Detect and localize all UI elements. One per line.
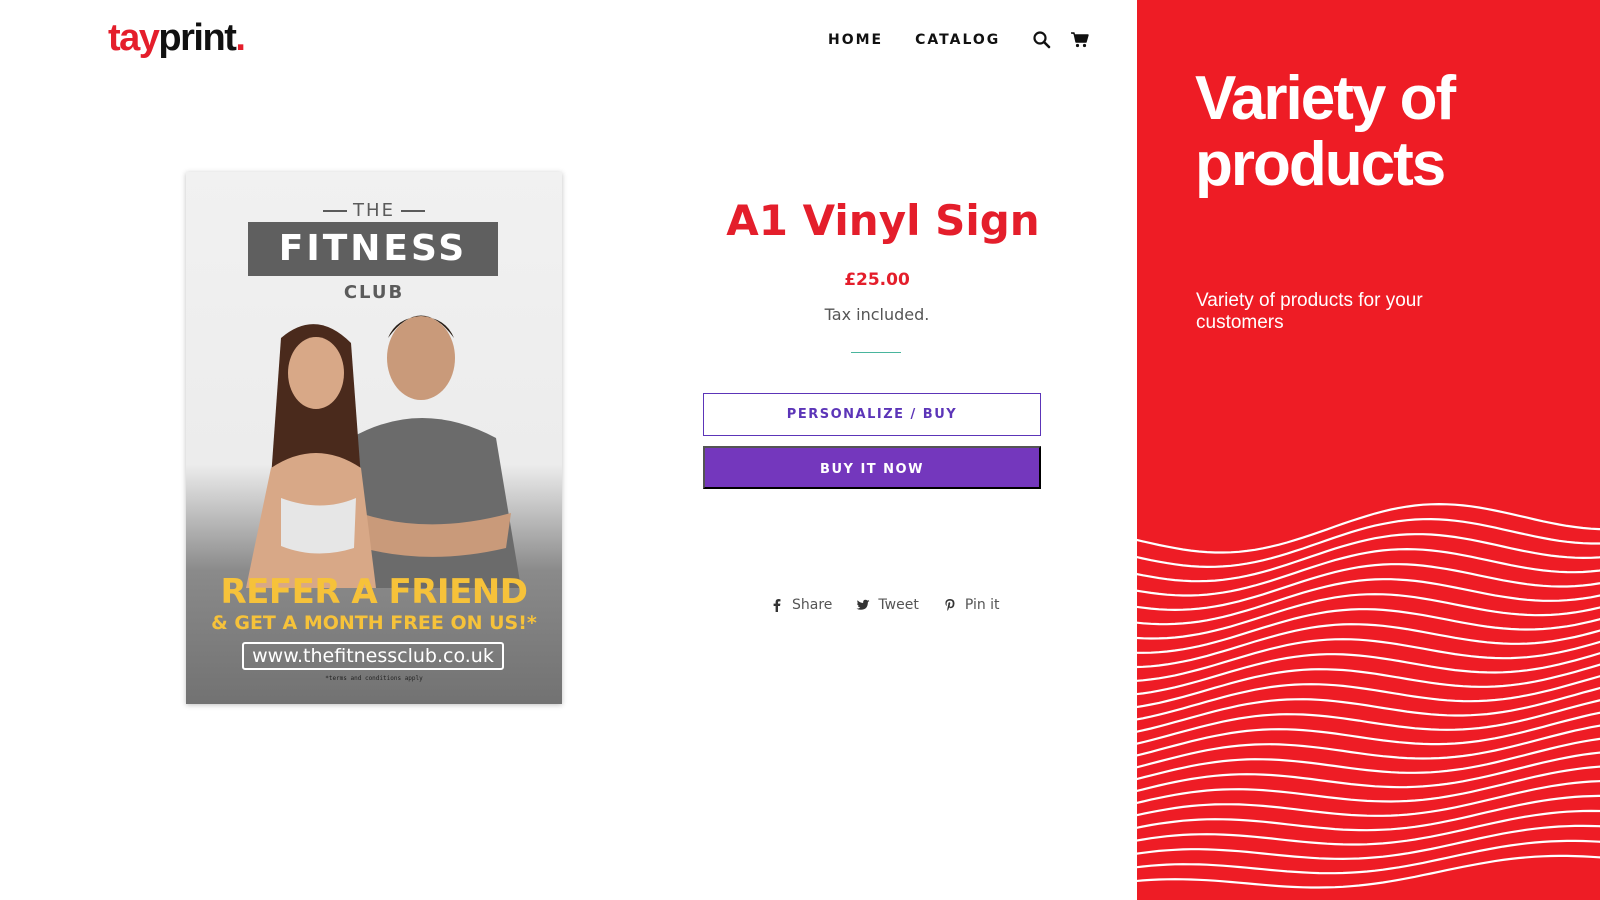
poster-headline: REFER A FRIEND [220,572,529,612]
facebook-icon [770,598,784,612]
poster-url: www.thefitnessclub.co.uk [242,642,504,670]
nav-home-link[interactable]: HOME [828,32,883,48]
wave-line [1137,854,1600,889]
tayprint-logo[interactable]: tayprint. [108,16,246,60]
share-pinterest-link[interactable]: Pin it [943,597,1000,613]
wave-line [1137,502,1600,554]
wave-lines-decoration [1137,502,1600,889]
wave-line [1137,809,1600,846]
share-twitter-label: Tweet [878,597,919,613]
twitter-icon [856,598,870,612]
poster-subline: & GET A MONTH FREE ON US!* [211,612,537,634]
wave-line [1137,638,1600,682]
buy-it-now-button[interactable]: BUY IT NOW [703,446,1041,489]
social-share-row: Share Tweet Pin it [770,597,1024,613]
wave-line [1137,663,1600,709]
promo-heading: Variety of products [1195,64,1456,199]
wave-line [1137,699,1600,745]
nav-catalog-link[interactable]: CATALOG [915,32,1000,48]
product-price: £25.00 [844,270,910,290]
promo-text: Variety of products for your customers [1196,290,1423,333]
search-icon[interactable] [1032,30,1052,50]
wave-line [1137,737,1600,781]
promo-panel: Variety of products Variety of products … [1137,0,1600,900]
share-facebook-label: Share [792,597,833,613]
share-pinterest-label: Pin it [964,597,1000,613]
poster-brand-top: THE [186,200,562,221]
poster-people-illustration [246,315,521,588]
logo-part-print: print [158,17,236,59]
tax-note: Tax included. [824,305,930,324]
logo-dot: . [235,17,246,59]
product-title: A1 Vinyl Sign [726,196,1040,245]
divider [851,352,901,353]
main-nav: HOME CATALOG [828,30,1108,50]
share-twitter-link[interactable]: Tweet [856,597,919,613]
wave-line [1137,608,1600,654]
wave-line [1137,824,1600,861]
logo-part-tay: tay [108,17,160,59]
poster-terms: *terms and conditions apply [325,675,423,682]
share-facebook-link[interactable]: Share [770,597,832,613]
wave-line [1137,724,1600,769]
product-image[interactable]: THE FITNESS CLUB REFER A FRIEND & GET A … [186,172,562,704]
pinterest-icon [943,598,957,612]
personalize-buy-button[interactable]: PERSONALIZE / BUY [703,393,1041,436]
cart-icon[interactable] [1070,30,1090,50]
poster-brand-banner: FITNESS [248,222,498,276]
